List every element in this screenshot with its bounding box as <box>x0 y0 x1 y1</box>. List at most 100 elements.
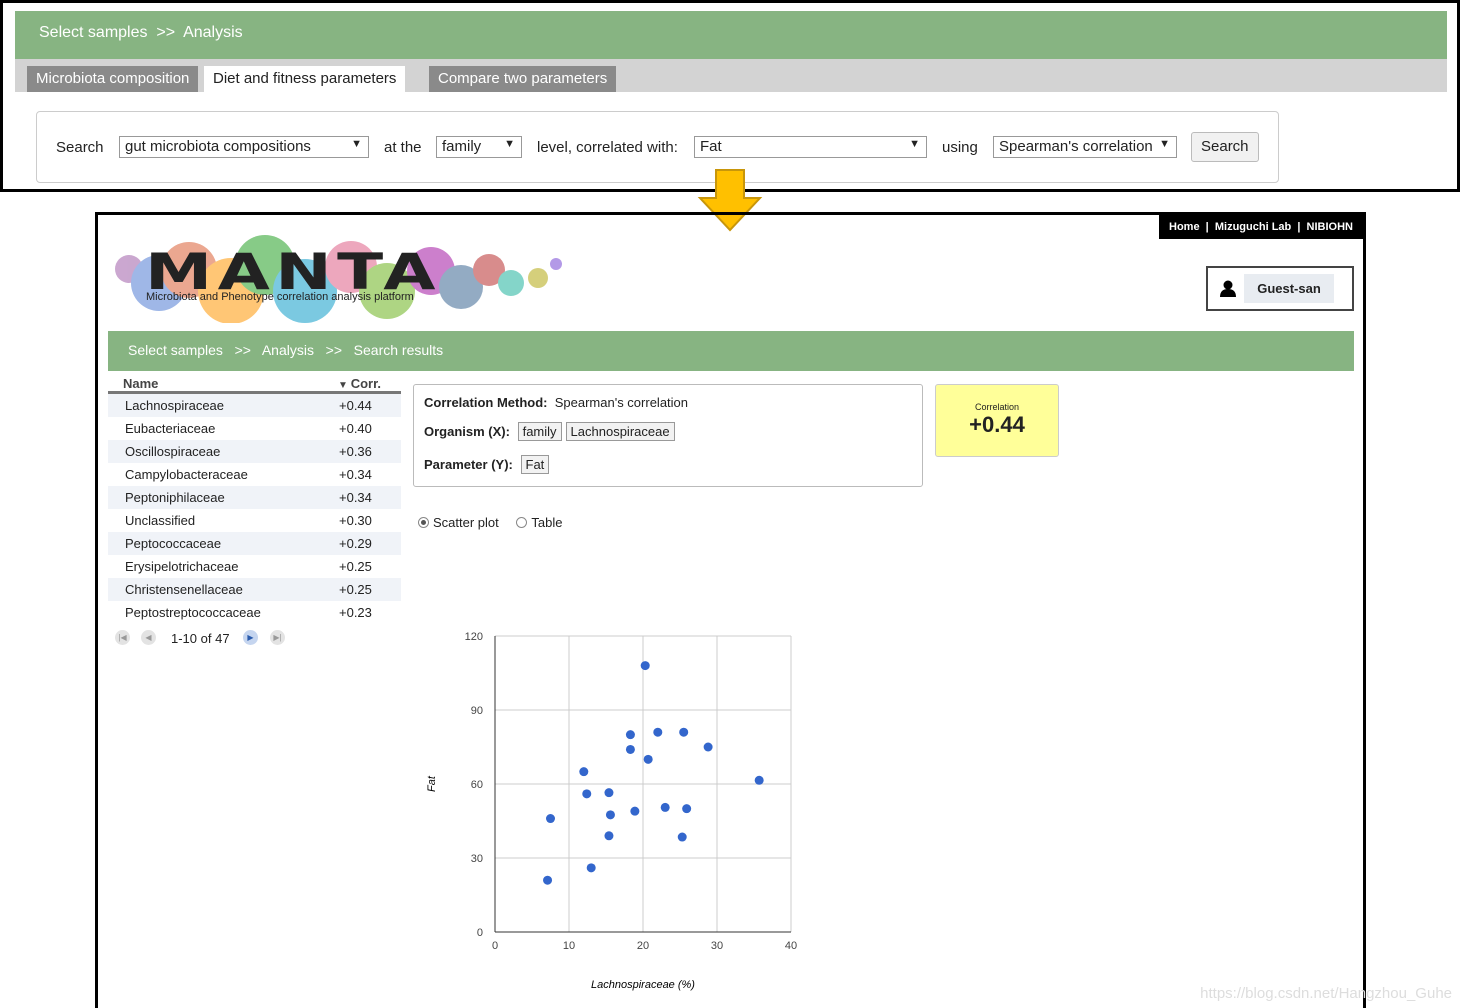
row-corr: +0.23 <box>339 605 372 620</box>
radio-checked-icon <box>418 517 429 528</box>
data-point <box>682 804 692 814</box>
y-tick-label: 120 <box>465 631 483 643</box>
list-item[interactable]: Oscillospiraceae +0.36 <box>108 440 401 463</box>
list-item[interactable]: Lachnospiraceae +0.44 <box>108 394 401 417</box>
target-select[interactable]: gut microbiota compositions ▼ <box>119 136 369 158</box>
data-point <box>703 742 713 752</box>
user-icon <box>1220 280 1236 297</box>
row-corr: +0.40 <box>339 421 372 436</box>
level-select[interactable]: family ▼ <box>436 136 522 158</box>
dropdown-arrow-icon: ▼ <box>1159 138 1170 150</box>
column-corr-label: Corr. <box>350 376 382 391</box>
parameter-value: Fat <box>700 138 722 155</box>
data-point <box>653 727 663 737</box>
level-value: family <box>442 138 482 155</box>
data-point <box>579 767 589 777</box>
y-tick-label: 30 <box>471 853 483 865</box>
last-page-icon[interactable]: ▶| <box>270 630 285 645</box>
first-page-icon[interactable]: |◀ <box>115 630 130 645</box>
data-point <box>679 727 689 737</box>
row-name: Peptostreptococcaceae <box>125 605 261 620</box>
search-form: Search gut microbiota compositions ▼ at t… <box>36 111 1279 183</box>
next-page-icon[interactable]: ▶ <box>243 630 258 645</box>
dropdown-arrow-icon: ▼ <box>504 138 515 150</box>
results-screenshot: Home | Mizuguchi Lab | NIBIOHN MANTA Mic… <box>95 212 1366 1008</box>
y-tick-label: 0 <box>477 927 483 939</box>
scatter-radio[interactable]: Scatter plot <box>418 515 499 530</box>
list-item[interactable]: Peptococcaceae +0.29 <box>108 532 401 555</box>
table-label: Table <box>531 515 563 530</box>
manta-logo: MANTA Microbiota and Phenotype correlati… <box>113 233 573 324</box>
data-point <box>660 802 670 812</box>
data-point <box>582 789 592 799</box>
parameter-line: Parameter (Y): Fat <box>424 455 550 474</box>
list-item[interactable]: Peptoniphilaceae +0.34 <box>108 486 401 509</box>
row-corr: +0.44 <box>339 398 372 413</box>
method-label: Correlation Method: <box>424 395 548 410</box>
data-point <box>677 832 687 842</box>
list-item[interactable]: Unclassified +0.30 <box>108 509 401 532</box>
row-corr: +0.25 <box>339 582 372 597</box>
row-corr: +0.30 <box>339 513 372 528</box>
search-button[interactable]: Search <box>1191 132 1259 162</box>
list-item[interactable]: Peptostreptococcaceae +0.23 <box>108 601 401 624</box>
data-point <box>604 831 614 841</box>
column-name[interactable]: Name <box>123 376 158 391</box>
data-point <box>625 744 635 754</box>
data-point <box>625 730 635 740</box>
search-panel-screenshot: Select samples >> Analysis Microbiota co… <box>0 0 1460 192</box>
method-value: Spearman's correlation <box>554 395 689 410</box>
row-name: Peptococcaceae <box>125 536 222 551</box>
data-point <box>605 810 615 820</box>
pager: |◀ ◀ 1-10 of 47 ▶ ▶| <box>108 624 401 652</box>
method-value: Spearman's correlation <box>999 138 1153 155</box>
tab-compare-two[interactable]: Compare two parameters <box>429 66 617 92</box>
top-links[interactable]: Home | Mizuguchi Lab | NIBIOHN <box>1159 215 1363 239</box>
row-corr: +0.36 <box>339 444 372 459</box>
level-label: level, correlated with: <box>537 139 678 156</box>
list-item[interactable]: Christensenellaceae +0.25 <box>108 578 401 601</box>
data-point <box>604 788 614 798</box>
data-point <box>543 875 553 885</box>
x-tick-label: 10 <box>563 940 575 952</box>
method-select[interactable]: Spearman's correlation ▼ <box>993 136 1177 158</box>
row-name: Oscillospiraceae <box>125 444 221 459</box>
method-line: Correlation Method: Spearman's correlati… <box>424 395 688 410</box>
breadcrumb: Select samples >> Analysis <box>15 11 1447 59</box>
row-corr: +0.29 <box>339 536 372 551</box>
organism-level-tag: family <box>517 422 562 441</box>
view-toggle: Scatter plot Table <box>418 515 562 530</box>
tab-microbiota-composition[interactable]: Microbiota composition <box>27 66 199 92</box>
list-item[interactable]: Eubacteriaceae +0.40 <box>108 417 401 440</box>
user-name: Guest-san <box>1244 274 1334 303</box>
column-corr[interactable]: ▼ Corr. <box>338 376 381 391</box>
dropdown-arrow-icon: ▼ <box>909 138 920 150</box>
row-corr: +0.34 <box>339 467 372 482</box>
radio-unchecked-icon <box>516 517 528 528</box>
prev-page-icon[interactable]: ◀ <box>141 630 156 645</box>
parameter-label: Parameter (Y): <box>424 457 513 472</box>
list-header: Name ▼ Corr. <box>108 373 401 394</box>
y-axis-label: Fat <box>426 775 438 792</box>
list-item[interactable]: Campylobacteraceae +0.34 <box>108 463 401 486</box>
organism-tag: Lachnospiraceae <box>565 422 675 441</box>
table-radio[interactable]: Table <box>516 515 562 530</box>
parameter-select[interactable]: Fat ▼ <box>694 136 927 158</box>
breadcrumb: Select samples >> Analysis >> Search res… <box>108 331 1354 371</box>
tab-diet-fitness[interactable]: Diet and fitness parameters <box>204 66 406 92</box>
x-tick-label: 20 <box>637 940 649 952</box>
organism-label: Organism (X): <box>424 424 510 439</box>
row-name: Erysipelotrichaceae <box>125 559 239 574</box>
dropdown-arrow-icon: ▼ <box>351 138 362 150</box>
row-name: Eubacteriaceae <box>125 421 216 436</box>
using-label: using <box>942 139 978 156</box>
logo-subtitle: Microbiota and Phenotype correlation ana… <box>146 291 414 303</box>
row-name: Lachnospiraceae <box>125 398 225 413</box>
correlation-info: Correlation Method: Spearman's correlati… <box>413 384 923 487</box>
row-name: Unclassified <box>125 513 196 528</box>
x-tick-label: 30 <box>711 940 723 952</box>
list-item[interactable]: Erysipelotrichaceae +0.25 <box>108 555 401 578</box>
x-tick-label: 40 <box>785 940 797 952</box>
data-point <box>643 754 653 764</box>
user-menu[interactable]: Guest-san <box>1206 266 1354 311</box>
